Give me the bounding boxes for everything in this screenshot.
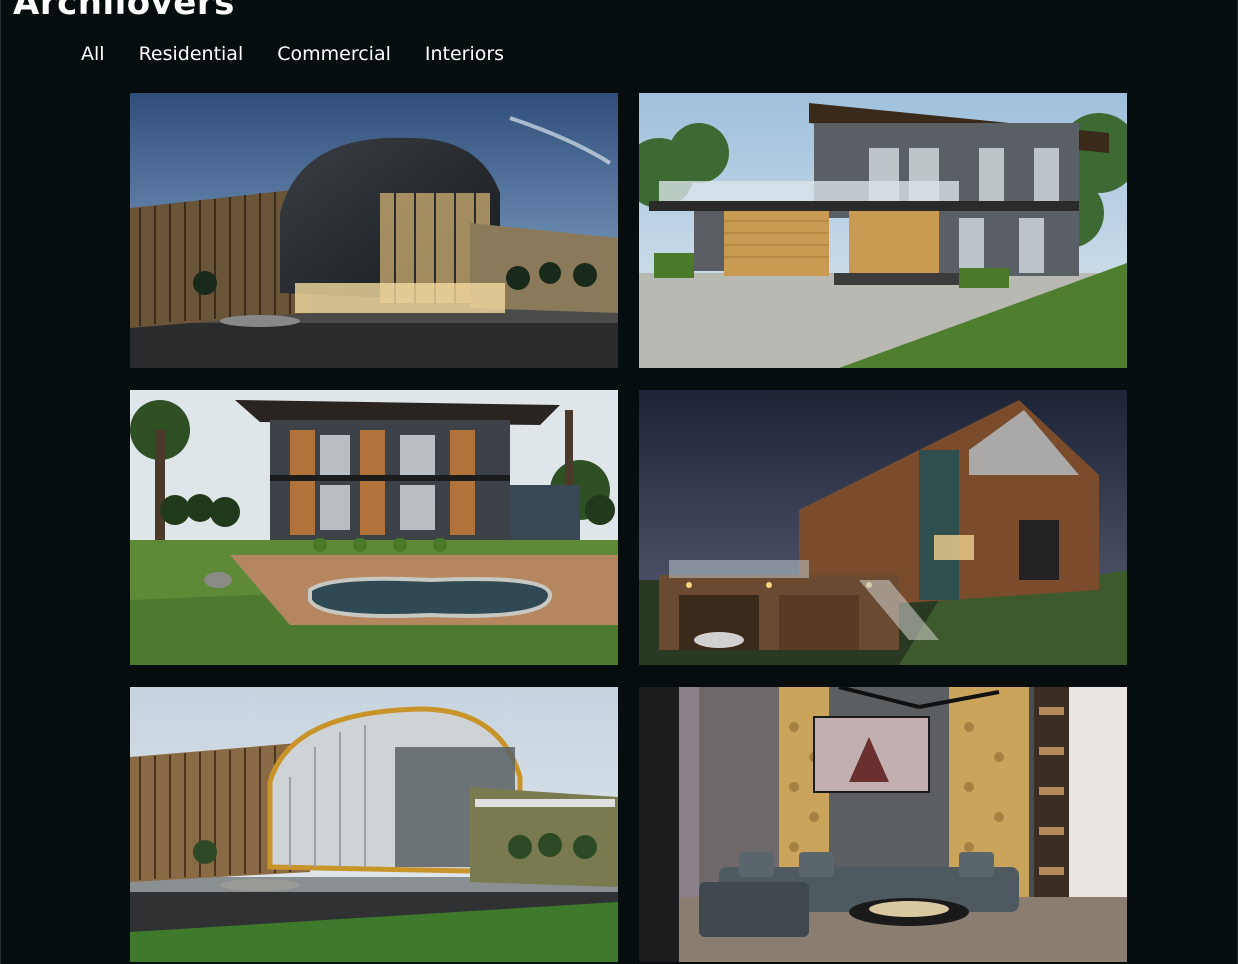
- commercial-building-dusk-image: [130, 93, 618, 368]
- house-night-garage-image: [639, 390, 1127, 665]
- filter-all[interactable]: All: [81, 42, 105, 66]
- filter-residential[interactable]: Residential: [139, 42, 244, 66]
- category-filter-nav: All Residential Commercial Interiors: [81, 42, 538, 66]
- filter-commercial[interactable]: Commercial: [277, 42, 391, 66]
- commercial-building-day-image: [130, 687, 618, 962]
- gallery-tile-house-pool[interactable]: [130, 390, 618, 665]
- page: Archilovers All Residential Commercial I…: [0, 0, 1238, 964]
- house-with-pool-image: [130, 390, 618, 665]
- gallery-tile-commercial-dusk[interactable]: [130, 93, 618, 368]
- gallery-tile-living-room[interactable]: [639, 687, 1127, 962]
- living-room-interior-image: [639, 687, 1127, 962]
- filter-interiors[interactable]: Interiors: [425, 42, 504, 66]
- gallery-tile-house-night[interactable]: [639, 390, 1127, 665]
- project-gallery: [130, 93, 1127, 962]
- site-logo[interactable]: Archilovers: [13, 0, 235, 20]
- gallery-tile-commercial-day[interactable]: [130, 687, 618, 962]
- gallery-tile-modern-house[interactable]: [639, 93, 1127, 368]
- modern-house-day-image: [639, 93, 1127, 368]
